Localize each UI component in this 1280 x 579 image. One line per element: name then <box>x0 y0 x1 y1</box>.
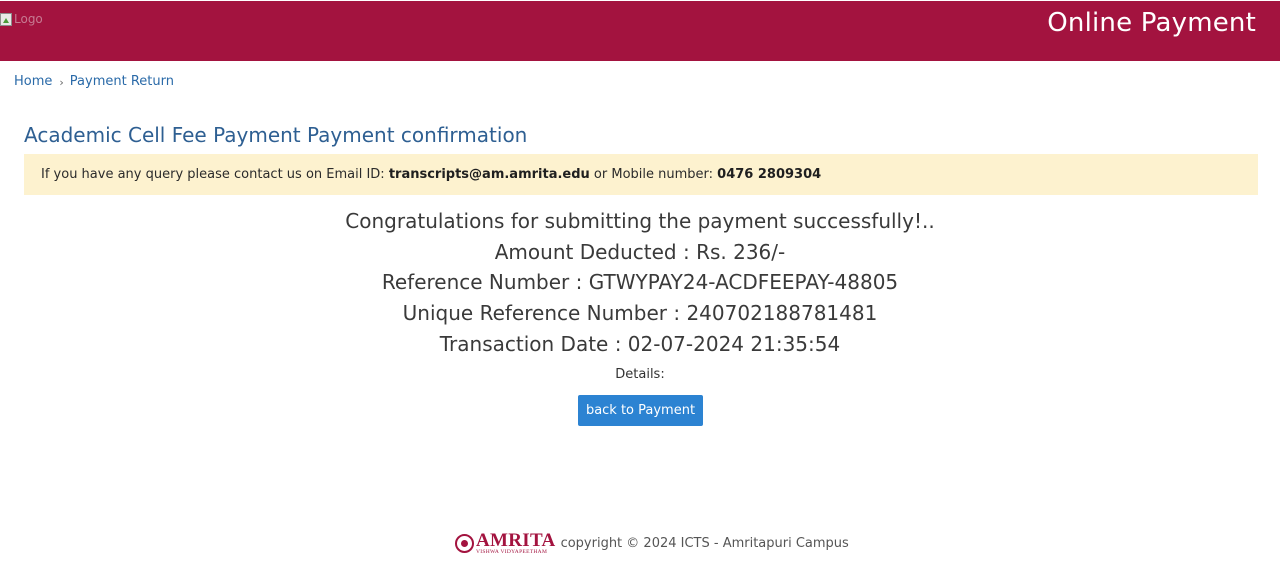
page-title: Academic Cell Fee Payment Payment confir… <box>24 123 528 147</box>
success-message: Congratulations for submitting the payme… <box>345 209 935 233</box>
brand-name: AMRITA <box>476 529 556 551</box>
transaction-date: Transaction Date : 02-07-2024 21:35:54 <box>439 331 841 356</box>
site-title: Online Payment <box>1047 8 1256 38</box>
breadcrumb-current-link[interactable]: Payment Return <box>70 74 174 89</box>
contact-info-alert: If you have any query please contact us … <box>24 154 1258 195</box>
broken-image-icon <box>0 12 12 26</box>
details-label: Details: <box>615 367 665 383</box>
amount-deducted: Amount Deducted : Rs. 236/- <box>494 239 786 264</box>
amrita-seal-icon <box>455 533 474 553</box>
reference-number: Reference Number : GTWYPAY24-ACDFEEPAY-4… <box>381 270 899 295</box>
unique-reference-number: Unique Reference Number : 24070218878148… <box>402 301 878 326</box>
payment-confirmation: Congratulations for submitting the payme… <box>0 206 1280 387</box>
logo-alt-text: Logo <box>14 12 43 26</box>
amrita-logo: AMRITA VISHWA VIDYAPEETHAM <box>455 531 556 556</box>
alert-text-before: If you have any query please contact us … <box>41 167 389 182</box>
breadcrumb: Home › Payment Return <box>14 72 174 90</box>
alert-text-middle: or Mobile number: <box>589 167 718 182</box>
logo-image[interactable]: Logo <box>0 10 43 28</box>
contact-phone: 0476 2809304 <box>717 167 822 182</box>
brand-tagline: VISHWA VIDYAPEETHAM <box>476 548 548 555</box>
breadcrumb-chevron-icon: › <box>59 75 64 89</box>
copyright-text: copyright © 2024 ICTS - Amritapuri Campu… <box>560 535 849 551</box>
header-bar: Logo Online Payment <box>0 1 1280 61</box>
footer: AMRITA VISHWA VIDYAPEETHAM copyright © 2… <box>455 531 849 555</box>
amrita-wordmark: AMRITA VISHWA VIDYAPEETHAM <box>476 531 556 556</box>
contact-email: transcripts@am.amrita.edu <box>388 167 590 182</box>
breadcrumb-home-link[interactable]: Home <box>14 74 52 89</box>
back-to-payment-button[interactable]: back to Payment <box>578 395 703 426</box>
